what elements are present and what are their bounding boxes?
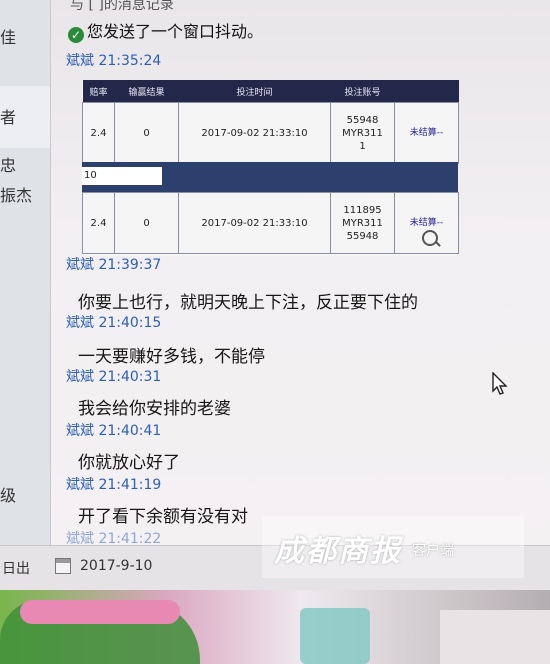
time-cell: 2017-09-02 21:33:10: [178, 192, 331, 254]
contact-item[interactable]: 振杰: [0, 182, 32, 206]
odds-cell: 2.4: [82, 102, 115, 164]
message-header: 斌斌 21:41:19: [66, 477, 162, 493]
column-header: 输赢结果: [114, 80, 179, 103]
history-title: 与 [ ]的消息记录: [70, 0, 174, 13]
watermark-logo: 成都商报: [274, 534, 402, 569]
status-cell: 未结算--: [394, 102, 459, 164]
message-header: 斌斌 21:39:37: [66, 257, 162, 273]
watermark-subtitle: 客户端: [412, 543, 454, 559]
column-header: 投注时间: [178, 80, 331, 103]
message-header: 斌斌 21:35:24: [66, 53, 162, 69]
message-header: 斌斌 21:40:31: [66, 369, 162, 385]
desk-object: [300, 608, 370, 664]
contact-item[interactable]: 忠: [0, 152, 16, 176]
message-header: 斌斌 21:40:15: [66, 315, 162, 331]
account-cell: 111895 MYR311 55948: [330, 192, 395, 254]
chat-history: 与 [ ]的消息记录 ✓ 您发送了一个窗口抖动。 斌斌 21:35:24 赔率 输…: [60, 0, 550, 547]
message-header: 斌斌 21:40:41: [66, 423, 162, 439]
desk-object: [440, 610, 550, 664]
contact-item[interactable]: 者: [0, 104, 16, 128]
check-icon: ✓: [68, 27, 84, 43]
date-label: 2017-9-10: [80, 558, 153, 574]
contact-item[interactable]: 佳: [0, 24, 16, 48]
column-header: 赔率: [82, 80, 115, 103]
contact-list: 佳 者 忠 振杰 级: [0, 0, 51, 545]
message-text: 一天要赚好多钱，不能停: [78, 347, 265, 367]
account-cell: 55948 MYR311 1: [330, 102, 395, 164]
odds-cell: 2.4: [82, 192, 115, 254]
system-message: ✓ 您发送了一个窗口抖动。: [68, 18, 263, 43]
time-cell: 2017-09-02 21:33:10: [178, 102, 331, 164]
table-row: 2.4 0 2017-09-02 21:33:10 55948 MYR311 1 未…: [82, 102, 459, 164]
bottom-left-label: 日出: [2, 561, 30, 577]
result-cell: 0: [114, 102, 179, 164]
bet-table: 赔率 输赢结果 投注时间 投注账号 2.4 0 2017-09-02 21:33…: [82, 80, 459, 164]
bet-table-continued: 2.4 0 2017-09-02 21:33:10 111895 MYR311 55…: [82, 192, 459, 254]
contact-item[interactable]: 级: [0, 482, 16, 506]
message-text: 你要上也行，就明天晚上下注，反正要下住的: [78, 293, 418, 313]
calendar-icon[interactable]: [55, 558, 71, 574]
zoom-icon[interactable]: [422, 230, 438, 246]
separator-band: 10: [82, 162, 458, 192]
message-text: 开了看下余额有没有对: [78, 507, 248, 527]
monitor-screen: 佳 者 忠 振杰 级 与 [ ]的消息记录 ✓ 您发送了一个窗口抖动。 斌斌 21…: [0, 0, 550, 591]
desk-object: [20, 600, 180, 624]
result-cell: 0: [114, 192, 179, 254]
column-header: 投注账号: [330, 80, 395, 103]
bet-record-image[interactable]: 赔率 输赢结果 投注时间 投注账号 2.4 0 2017-09-02 21:33…: [82, 80, 459, 256]
table-row: 2.4 0 2017-09-02 21:33:10 111895 MYR311 55…: [82, 192, 459, 254]
column-header: [394, 80, 459, 103]
message-text: 你就放心好了: [78, 453, 180, 473]
mouse-cursor-icon: [492, 372, 508, 395]
watermark: 成都商报 客户端: [262, 516, 524, 578]
band-value: 10: [82, 167, 162, 185]
message-text: 我会给你安排的老婆: [78, 399, 231, 419]
